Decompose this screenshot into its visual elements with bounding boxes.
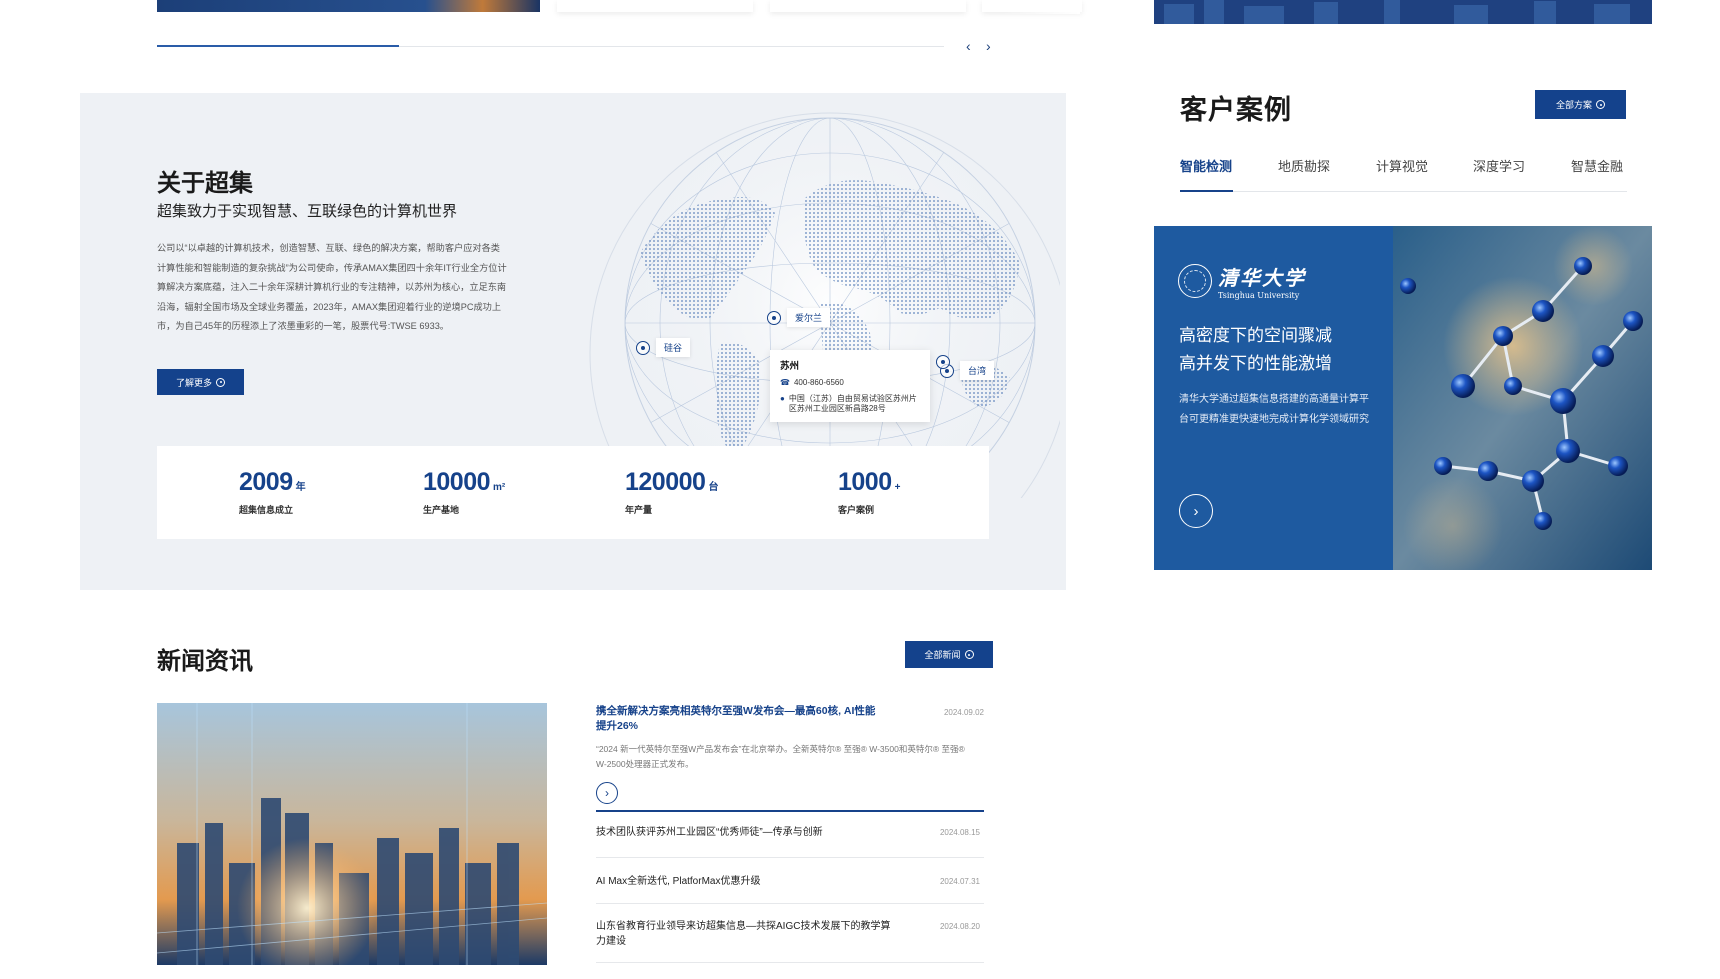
stats-bar: 2009 年 超集信息成立 10000 m² 生产基地 120000 台 年产量 10… (157, 446, 989, 539)
news-city-image[interactable] (157, 703, 547, 965)
stat-unit: + (894, 482, 901, 493)
popup-address-row: ● 中国（江苏）自由贸易试验区苏州片区苏州工业园区新昌路28号 (780, 394, 920, 414)
map-pin-ireland[interactable]: 爱尔兰 (767, 308, 831, 327)
stat-unit: 台 (708, 482, 719, 493)
stat-number: 2009 (239, 468, 293, 496)
carousel-card[interactable] (770, 0, 966, 12)
university-seal-icon (1178, 264, 1212, 298)
stat-customer-cases: 1000 + 客户案例 (838, 468, 900, 516)
stat-unit: m² (493, 482, 506, 493)
news-item[interactable]: 技术团队获评苏州工业园区“优秀师徒”—传承与创新 2024.08.15 (596, 811, 984, 857)
popup-phone: 400-860-6560 (793, 378, 844, 387)
carousel-card[interactable] (557, 0, 753, 12)
target-icon (964, 650, 974, 659)
all-news-button[interactable]: 全部新闻 (905, 641, 993, 668)
map-pin-label: 台湾 (960, 361, 995, 380)
suzhou-info-popup: 苏州 ☎ 400-860-6560 ● 中国（江苏）自由贸易试验区苏州片区苏州工… (770, 350, 930, 422)
popup-address: 中国（江苏）自由贸易试验区苏州片区苏州工业园区新昌路28号 (788, 394, 917, 413)
news-item-date: 2024.07.31 (939, 877, 980, 886)
logo-name-en: Tsinghua University (1218, 291, 1300, 300)
tab-computer-vision[interactable]: 计算视觉 (1376, 156, 1428, 175)
cases-title: 客户案例 (1180, 95, 1292, 125)
news-title: 新闻资讯 (157, 648, 253, 675)
molecule-image (1393, 226, 1652, 570)
stat-number: 120000 (625, 468, 706, 496)
news-item-title[interactable]: AI Max全新迭代, PlatforMax优惠升级 (596, 874, 896, 889)
chevron-right-icon[interactable]: › (1179, 494, 1213, 528)
popup-city: 苏州 (780, 361, 800, 372)
case-tabs: 智能检测 地质勘探 计算视觉 深度学习 智慧金融 (1180, 154, 1627, 192)
carousel-progress-fill (157, 45, 399, 47)
logo-name-cn: 清华大学 (1218, 266, 1306, 290)
stat-number: 1000 (838, 468, 892, 496)
phone-icon: ☎ (780, 378, 790, 387)
stat-founded: 2009 年 超集信息成立 (239, 468, 306, 516)
stat-label: 年产量 (625, 505, 653, 515)
banner-image (1154, 0, 1652, 24)
location-pin-icon (936, 355, 950, 369)
stat-production-base: 10000 m² 生产基地 (423, 468, 505, 516)
tsinghua-logo: 清华大学 Tsinghua University (1178, 262, 1306, 300)
about-subtitle: 超集致力于实现智慧、互联绿色的计算机世界 (157, 203, 458, 220)
target-icon (1596, 100, 1605, 109)
location-pin-icon (636, 340, 650, 355)
carousel-image (157, 0, 540, 12)
map-pin-suzhou[interactable] (936, 355, 950, 369)
tab-geological-exploration[interactable]: 地质勘探 (1278, 156, 1330, 175)
stat-annual-output: 120000 台 年产量 (625, 468, 718, 516)
stat-unit: 年 (295, 482, 306, 493)
case-card[interactable]: 清华大学 Tsinghua University 高密度下的空间骤减 高并发下的… (1154, 226, 1652, 570)
stat-label: 生产基地 (423, 505, 460, 515)
news-feature-date: 2024.09.02 (943, 708, 984, 717)
tab-deep-learning[interactable]: 深度学习 (1473, 156, 1525, 175)
news-feature-title[interactable]: 携全新解决方案亮相英特尔至强W发布会—最高60核, AI性能提升26% (596, 704, 876, 734)
all-solutions-label: 全部方案 (1555, 100, 1592, 110)
map-pin-label: 硅谷 (656, 338, 691, 357)
case-description: 清华大学通过超集信息搭建的高通量计算平台可更精准更快速地完成计算化学领域研究 (1179, 394, 1369, 425)
carousel-prev-icon[interactable]: ‹ (966, 38, 971, 54)
carousel-next-icon[interactable]: › (986, 38, 991, 54)
news-item-date: 2024.08.20 (939, 922, 980, 931)
news-feature[interactable]: 携全新解决方案亮相英特尔至强W发布会—最高60核, AI性能提升26% 2024… (596, 704, 984, 804)
all-solutions-button[interactable]: 全部方案 (1535, 90, 1626, 119)
news-feature-description: “2024 新一代英特尔至强W产品发布会”在北京举办。全新英特尔® 至强® W-… (596, 744, 965, 769)
carousel-fade (1000, 0, 1080, 14)
chevron-right-icon[interactable]: › (596, 782, 618, 804)
news-item-title[interactable]: 山东省教育行业领导来访超集信息—共探AIGC技术发展下的教学算力建设 (596, 919, 896, 949)
all-news-label: 全部新闻 (924, 650, 961, 660)
active-tab-indicator (1180, 190, 1233, 192)
learn-more-label: 了解更多 (175, 377, 212, 388)
news-item-date: 2024.08.15 (939, 828, 980, 837)
case-headline-line-2: 高并发下的性能激增 (1179, 354, 1332, 373)
case-headline-line-1: 高密度下的空间骤减 (1179, 326, 1332, 345)
tab-smart-finance[interactable]: 智慧金融 (1571, 156, 1623, 175)
location-icon: ● (780, 394, 785, 403)
target-icon (216, 377, 225, 387)
popup-phone-row: ☎ 400-860-6560 (780, 378, 920, 388)
news-item-title[interactable]: 技术团队获评苏州工业园区“优秀师徒”—传承与创新 (596, 825, 896, 840)
stat-number: 10000 (423, 468, 491, 496)
case-info-panel: 清华大学 Tsinghua University 高密度下的空间骤减 高并发下的… (1154, 226, 1393, 570)
about-description: 公司以“以卓越的计算机技术，创造智慧、互联、绿色的解决方案，帮助客户应对各类计算… (157, 243, 507, 331)
tab-intelligent-detection[interactable]: 智能检测 (1180, 156, 1232, 175)
news-item[interactable]: 山东省教育行业领导来访超集信息—共探AIGC技术发展下的教学算力建设 2024.… (596, 903, 984, 963)
news-item[interactable]: AI Max全新迭代, PlatforMax优惠升级 2024.07.31 (596, 857, 984, 903)
map-pin-silicon-valley[interactable]: 硅谷 (636, 338, 691, 357)
about-section: 关于超集 超集致力于实现智慧、互联绿色的计算机世界 公司以“以卓越的计算机技术，… (80, 93, 1066, 590)
map-pin-label: 爱尔兰 (787, 308, 831, 327)
stat-label: 客户案例 (838, 505, 875, 515)
case-headline: 高密度下的空间骤减 高并发下的性能激增 (1179, 322, 1332, 378)
stat-label: 超集信息成立 (239, 505, 294, 515)
learn-more-button[interactable]: 了解更多 (157, 369, 244, 395)
about-title: 关于超集 (157, 170, 253, 197)
location-pin-icon (767, 310, 781, 325)
